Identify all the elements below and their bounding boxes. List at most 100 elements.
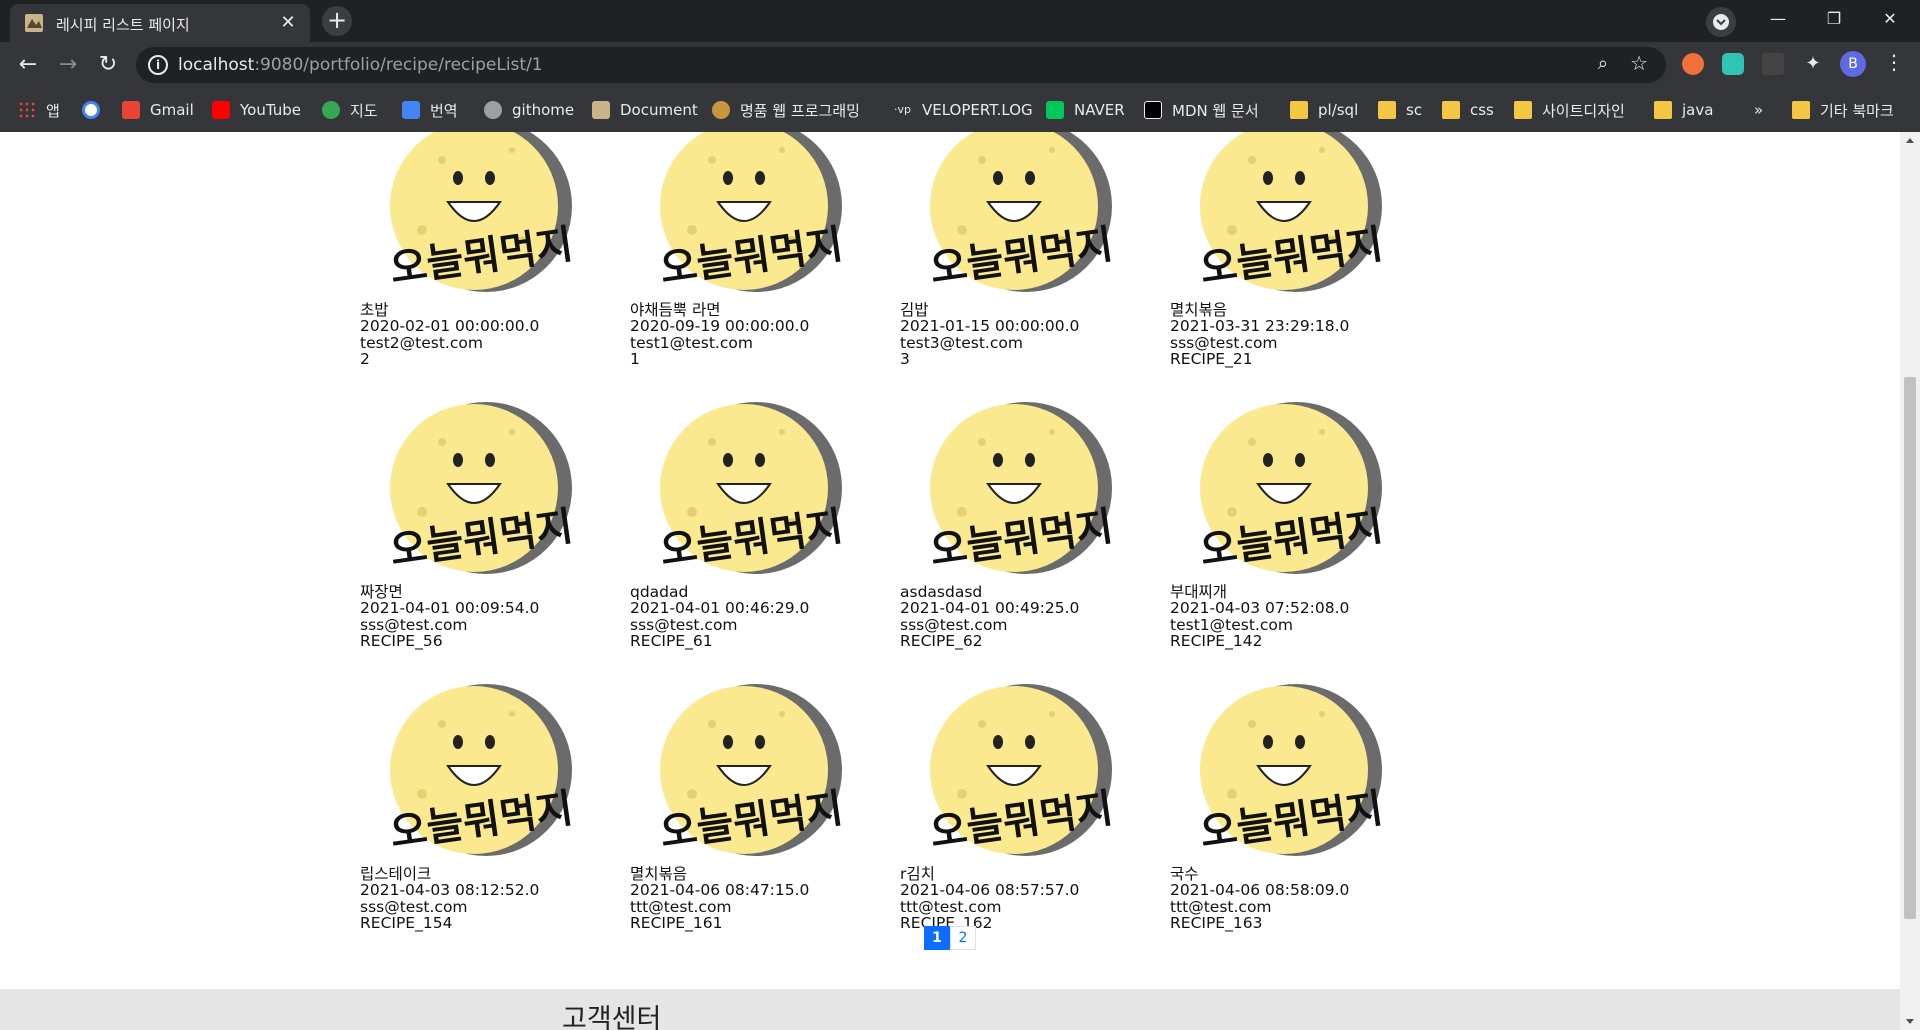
recipe-id: 2 xyxy=(360,349,370,368)
recipe-name[interactable]: 초밥 xyxy=(360,302,539,319)
recipe-thumbnail[interactable]: 오늘뭐먹지 xyxy=(1192,684,1392,859)
recipe-name[interactable]: 짜장면 xyxy=(360,584,539,601)
footer-title: 고객센터 xyxy=(562,1004,662,1030)
bookmark-githome[interactable]: githome xyxy=(484,88,574,132)
bookmarks-overflow-button[interactable]: » xyxy=(1754,88,1763,132)
recipe-thumbnail[interactable]: 오늘뭐먹지 xyxy=(652,402,852,577)
recipe-card[interactable]: 오늘뭐먹지 국수 2021-04-06 08:58:09.0 ttt@test.com… xyxy=(1170,684,1420,964)
recipe-thumbnail[interactable]: 오늘뭐먹지 xyxy=(382,684,582,859)
bookmark-folder-java[interactable]: java xyxy=(1654,88,1713,132)
bookmark-velopert[interactable]: ·vp VELOPERT.LOG xyxy=(894,88,1033,132)
recipe-date: 2021-04-06 08:47:15.0 xyxy=(630,881,810,900)
recipe-thumbnail[interactable]: 오늘뭐먹지 xyxy=(1192,402,1392,577)
recipe-name[interactable]: 멸치볶음 xyxy=(630,866,809,883)
scroll-down-arrow-icon[interactable] xyxy=(1906,1019,1914,1024)
recipe-thumbnail[interactable]: 오늘뭐먹지 xyxy=(922,684,1122,859)
menu-kebab-icon[interactable]: ⋮ xyxy=(1884,50,1904,74)
recipe-name[interactable]: 멸치볶음 xyxy=(1170,302,1349,319)
page-link-1[interactable]: 1 xyxy=(924,926,950,950)
recipe-card[interactable]: 오늘뭐먹지 짜장면 2021-04-01 00:09:54.0 sss@test.co… xyxy=(360,402,610,682)
bookmark-other-bookmarks[interactable]: 기타 북마크 xyxy=(1792,88,1894,132)
recipe-id: RECIPE_61 xyxy=(630,631,713,650)
recipe-name[interactable]: 야채듬뿍 라면 xyxy=(630,302,809,319)
recipe-card[interactable]: 오늘뭐먹지멸치볶음 2021-03-31 23:29:18.0 sss@test.c… xyxy=(1170,132,1420,400)
recipe-card[interactable]: 오늘뭐먹지 립스테이크 2021-04-03 08:12:52.0 sss@test.… xyxy=(360,684,610,964)
restore-button[interactable]: ❐ xyxy=(1806,0,1862,38)
recipe-card[interactable]: 오늘뭐먹지 qdadad 2021-04-01 00:46:29.0 sss@test… xyxy=(630,402,880,682)
profile-avatar[interactable]: B xyxy=(1840,51,1866,77)
recipe-thumbnail[interactable]: 오늘뭐먹지 xyxy=(382,402,582,577)
recipe-card[interactable]: 오늘뭐먹지 야채듬뿍 라면 2020-09-19 00:00:00.0 test1@t… xyxy=(630,132,880,400)
recipe-name[interactable]: 김밥 xyxy=(900,302,1079,319)
recipe-date: 2021-03-31 23:29:18.0 xyxy=(1170,317,1350,336)
bookmark-star-icon[interactable]: ☆ xyxy=(1630,51,1648,75)
recipe-name[interactable]: asdasdasd xyxy=(900,584,1079,601)
bookmark-folder-css[interactable]: css xyxy=(1442,88,1494,132)
bookmark-mdn[interactable]: MDN 웹 문서 xyxy=(1144,88,1259,132)
back-button[interactable]: ← xyxy=(12,49,44,81)
recipe-meta: 멸치볶음 2021-03-31 23:29:18.0 sss@test.com REC… xyxy=(1170,302,1349,367)
new-tab-button[interactable]: + xyxy=(322,6,352,36)
recipe-thumbnail[interactable]: 오늘뭐먹지 xyxy=(382,132,582,295)
recipe-thumbnail[interactable]: 오늘뭐먹지 xyxy=(652,684,852,859)
recipe-author-email: test2@test.com xyxy=(360,333,483,352)
bookmark-document[interactable]: Document xyxy=(592,88,698,132)
recipe-card[interactable]: 오늘뭐먹지 r김치 2021-04-06 08:57:57.0 ttt@test.co… xyxy=(900,684,1150,964)
recipe-meta: 초밥 2020-02-01 00:00:00.0 test2@test.com 2 xyxy=(360,302,539,367)
recipe-thumbnail[interactable]: 오늘뭐먹지 xyxy=(922,402,1122,577)
zoom-icon[interactable]: ⌕ xyxy=(1598,53,1608,74)
scrollbar-thumb[interactable] xyxy=(1904,377,1916,919)
minimize-button[interactable]: — xyxy=(1750,0,1806,38)
site-info-icon[interactable]: i xyxy=(148,55,168,75)
bookmark-naver[interactable]: NAVER xyxy=(1046,88,1125,132)
recipe-card[interactable]: 오늘뭐먹지 멸치볶음 2021-04-06 08:47:15.0 ttt@test.c… xyxy=(630,684,880,964)
recipe-card[interactable]: 오늘뭐먹지 asdasdasd 2021-04-01 00:49:25.0 sss@t… xyxy=(900,402,1150,682)
recipe-meta: asdasdasd 2021-04-01 00:49:25.0 sss@test.c… xyxy=(900,584,1079,649)
puzzle-extensions-icon[interactable]: ✦ xyxy=(1802,53,1824,75)
recipe-date: 2021-04-06 08:58:09.0 xyxy=(1170,881,1350,900)
bookmark-maps[interactable]: 지도 xyxy=(322,88,378,132)
active-tab[interactable]: 레시피 리스트 페이지 ✕ xyxy=(10,4,310,42)
recipe-thumbnail[interactable]: 오늘뭐먹지 xyxy=(922,132,1122,295)
page-scrollbar[interactable] xyxy=(1900,132,1920,1030)
recipe-thumbnail[interactable]: 오늘뭐먹지 xyxy=(1192,132,1392,295)
tab-close-icon[interactable]: ✕ xyxy=(278,13,298,33)
recipe-card[interactable]: 오늘뭐먹지 부대찌개 2021-04-03 07:52:08.0 test1@test… xyxy=(1170,402,1420,682)
folder-icon xyxy=(1442,101,1460,119)
bookmark-web-programming[interactable]: 명품 웹 프로그래밍 xyxy=(712,88,860,132)
recipe-author-email: sss@test.com xyxy=(630,615,738,634)
bookmark-folder-plsql[interactable]: pl/sql xyxy=(1290,88,1358,132)
reload-button[interactable]: ↻ xyxy=(92,49,124,81)
recipe-date: 2021-04-03 07:52:08.0 xyxy=(1170,599,1350,618)
page-link-2[interactable]: 2 xyxy=(950,926,976,950)
url-text[interactable]: localhost:9080/portfolio/recipe/recipeLi… xyxy=(178,55,543,75)
bookmark-youtube[interactable]: YouTube xyxy=(212,88,301,132)
extension-icon[interactable] xyxy=(1722,53,1744,75)
recipe-meta: qdadad 2021-04-01 00:46:29.0 sss@test.com R… xyxy=(630,584,809,649)
forward-button[interactable]: → xyxy=(52,49,84,81)
recipe-thumbnail[interactable]: 오늘뭐먹지 xyxy=(652,132,852,295)
recipe-id: RECIPE_163 xyxy=(1170,913,1263,932)
recipe-name[interactable]: 립스테이크 xyxy=(360,866,539,883)
recipe-name[interactable]: 부대찌개 xyxy=(1170,584,1349,601)
bookmark-folder-sc[interactable]: sc xyxy=(1378,88,1422,132)
site-favicon-icon xyxy=(25,14,43,32)
bookmark-apps[interactable]: 앱 xyxy=(18,88,60,132)
scroll-up-arrow-icon[interactable] xyxy=(1906,138,1914,143)
window-close-button[interactable]: ✕ xyxy=(1862,0,1918,38)
bookmark-gmail[interactable]: Gmail xyxy=(122,88,194,132)
qr-extension-icon[interactable] xyxy=(1762,53,1784,75)
address-bar[interactable]: i localhost:9080/portfolio/recipe/recipe… xyxy=(136,47,1666,83)
tab-search-button[interactable] xyxy=(1706,7,1736,37)
bookmark-google[interactable] xyxy=(82,88,110,132)
extension-icon[interactable] xyxy=(1682,53,1704,75)
recipe-card[interactable]: 오늘뭐먹지 초밥 2020-02-01 00:00:00.0 test2@test.c… xyxy=(360,132,610,400)
recipe-name[interactable]: 국수 xyxy=(1170,866,1349,883)
bookmark-folder-site-design[interactable]: 사이트디자인 xyxy=(1514,88,1625,132)
recipe-id: RECIPE_142 xyxy=(1170,631,1263,650)
recipe-card[interactable]: 오늘뭐먹지 김밥 2021-01-15 00:00:00.0 test3@test.c… xyxy=(900,132,1150,400)
recipe-date: 2021-04-01 00:09:54.0 xyxy=(360,599,540,618)
recipe-name[interactable]: qdadad xyxy=(630,584,809,601)
recipe-name[interactable]: r김치 xyxy=(900,866,1079,883)
bookmark-translate[interactable]: 번역 xyxy=(402,88,458,132)
